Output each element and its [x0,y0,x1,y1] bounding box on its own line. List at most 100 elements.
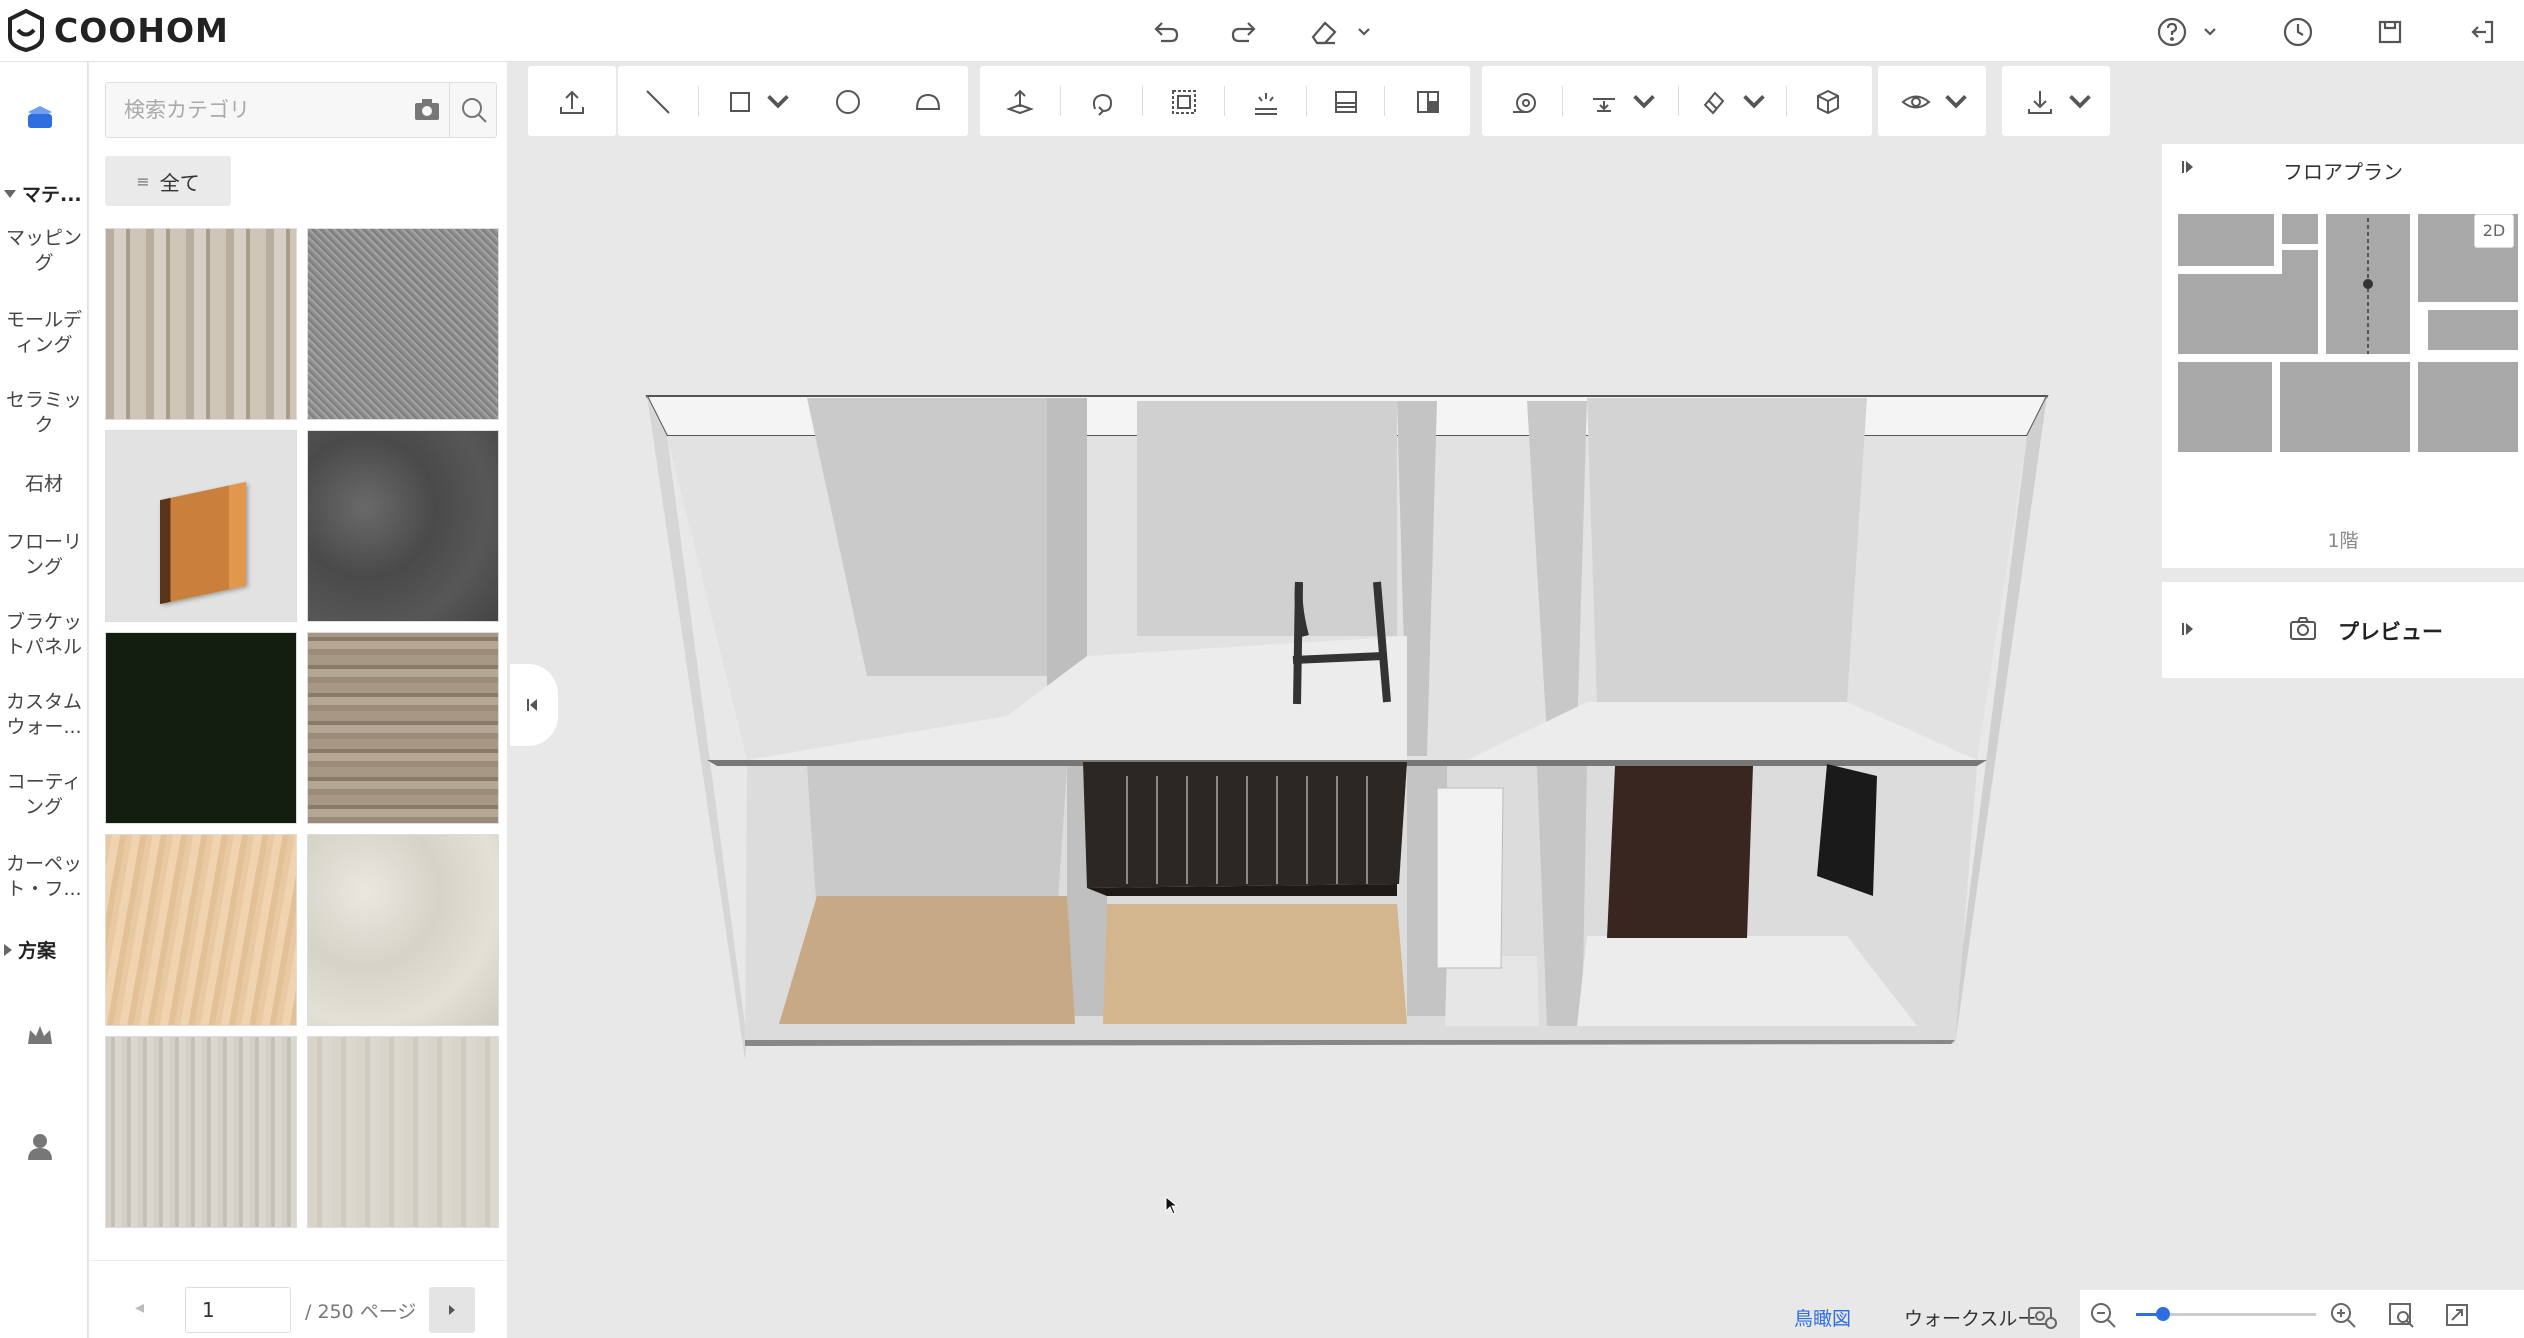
move-icon[interactable] [1000,82,1040,122]
light-icon[interactable] [1246,82,1286,122]
material-thumb[interactable] [307,834,499,1026]
material-thumb[interactable] [105,834,297,1026]
view-mode-walkthrough[interactable]: ウォークスルー [1904,1304,2036,1331]
chevron-down-icon[interactable] [2190,12,2230,52]
logo-mark-icon [8,8,44,52]
material-thumb[interactable] [105,1036,297,1228]
zoom-slider-track[interactable] [2136,1307,2316,1321]
paint-icon[interactable] [1694,82,1734,122]
left-nav: マテ... マッピング モールディング セラミック 石材 フローリング ブラケッ… [0,62,88,1338]
divider [1562,86,1563,116]
user-icon[interactable] [24,1130,56,1166]
tool-group-upload [528,66,616,136]
logo: COOHOM [4,8,229,52]
tool-group-draw [618,66,968,136]
tool-group-edit [980,66,1470,136]
floor-label: 1階 [2327,530,2359,552]
material-heading-label: マテ... [22,184,82,206]
arc-icon[interactable] [908,82,948,122]
crown-icon[interactable] [24,1020,56,1056]
fullscreen-icon[interactable] [2442,1300,2472,1334]
nav-item-mapping[interactable]: マッピング [0,226,88,278]
divider [1384,86,1385,116]
chevron-down-icon[interactable] [1344,12,1384,52]
nav-item-carpet[interactable]: カーペット・フ... [0,852,88,904]
material-thumb[interactable] [307,1036,499,1228]
search-icon[interactable] [449,83,497,137]
chevron-down-icon[interactable] [1936,82,1976,122]
house-model [645,395,2049,1060]
eraser-icon[interactable] [1304,12,1344,52]
tool-group-download [2002,66,2110,136]
panel-icon[interactable] [1326,82,1366,122]
top-bar: COOHOM [0,0,2524,62]
search-input[interactable] [106,83,396,137]
zoom-out-icon[interactable] [2088,1300,2118,1334]
cube-icon[interactable] [1808,82,1848,122]
exit-icon[interactable] [2462,12,2502,52]
chevron-down-icon[interactable] [1734,82,1774,122]
align-icon[interactable] [1584,82,1624,122]
zoom-slider-knob[interactable] [2156,1307,2170,1321]
mouse-cursor-icon [1165,1196,1179,1215]
camera-settings-icon[interactable] [2026,1300,2058,1334]
measure-icon[interactable] [1504,82,1544,122]
sort-icon: ≡ [136,171,150,191]
upload-icon[interactable] [552,82,592,122]
logo-text: COOHOM [54,10,229,50]
collapse-triangle-icon [4,189,16,198]
bottom-bar: 鳥瞰図 ウォークスルー [0,1290,2524,1338]
nav-item-coating[interactable]: コーティング [0,770,88,822]
filter-all-label: 全て [159,170,200,195]
material-thumb[interactable] [105,632,297,824]
divider [1786,86,1787,116]
floorplan-map[interactable] [2178,214,2518,452]
expand-panel-icon[interactable] [2180,620,2198,642]
help-icon[interactable] [2152,12,2192,52]
view-mode-aerial[interactable]: 鳥瞰図 [1794,1304,1851,1331]
scheme-heading[interactable]: 方案 [4,936,56,963]
chevron-down-icon[interactable] [758,82,798,122]
eye-icon[interactable] [1896,82,1936,122]
camera-icon[interactable] [412,95,442,129]
nav-item-bracket-panel[interactable]: ブラケットパネル [0,610,88,662]
divider [1142,86,1143,116]
nav-item-stone[interactable]: 石材 [0,472,88,497]
nav-item-ceramic[interactable]: セラミック [0,388,88,440]
search-box [105,82,497,138]
download-icon[interactable] [2020,82,2060,122]
nav-item-custom-wall[interactable]: カスタムウォー... [0,690,88,742]
select-area-icon[interactable] [1164,82,1204,122]
zoom-fit-icon[interactable] [2386,1300,2416,1334]
3d-viewport[interactable] [527,136,2163,1290]
2d-toggle-badge[interactable]: 2D [2474,214,2514,248]
tool-group-measure [1482,66,1872,136]
material-thumb[interactable] [307,430,499,622]
floorplan-panel: フロアプラン 2D 1階 [2162,144,2524,568]
undo-icon[interactable] [1146,12,1186,52]
divider [1306,86,1307,116]
material-thumb[interactable] [307,228,499,420]
rectangle-icon[interactable] [720,82,760,122]
material-thumb[interactable] [105,430,297,622]
save-icon[interactable] [2370,12,2410,52]
material-panel: ≡全て ◂ 1 / 250 ページ [89,62,507,1338]
line-icon[interactable] [638,82,678,122]
nav-item-flooring[interactable]: フローリング [0,530,88,582]
chevron-down-icon[interactable] [2060,82,2100,122]
zoom-in-icon[interactable] [2328,1300,2358,1334]
layout-icon[interactable] [1408,82,1448,122]
material-thumb[interactable] [105,228,297,420]
history-icon[interactable] [2278,12,2318,52]
circle-icon[interactable] [828,82,868,122]
preview-title[interactable]: プレビュー [2338,616,2443,646]
divider [1060,86,1061,116]
materials-icon[interactable] [24,102,56,134]
rotate-icon[interactable] [1082,82,1122,122]
nav-item-molding[interactable]: モールディング [0,308,88,360]
filter-all-button[interactable]: ≡ 全て [105,156,231,206]
chevron-down-icon[interactable] [1624,82,1664,122]
material-thumb[interactable] [307,632,499,824]
material-heading[interactable]: マテ... [4,180,82,207]
redo-icon[interactable] [1224,12,1264,52]
